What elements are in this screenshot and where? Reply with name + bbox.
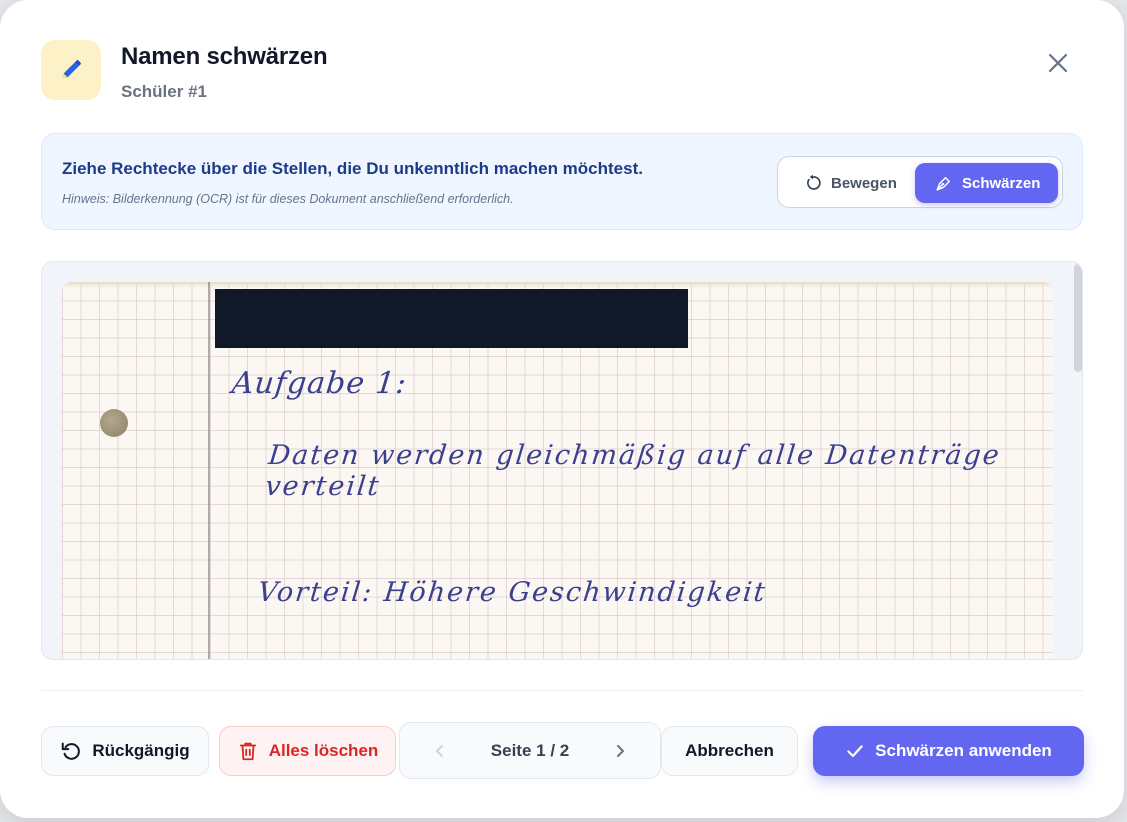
pen-tool-icon	[936, 177, 950, 191]
check-icon	[847, 745, 863, 758]
mode-redact-button[interactable]: Schwärzen	[915, 163, 1058, 203]
mode-move-label: Bewegen	[831, 174, 897, 192]
document-viewer[interactable]: Aufgabe 1: Daten werden gleichmäßig auf …	[41, 261, 1083, 660]
handwriting-line-3: Vorteil: Höhere Geschwindigkeit	[256, 577, 769, 608]
clear-all-button[interactable]: Alles löschen	[219, 726, 396, 776]
pencil-icon	[41, 40, 101, 100]
trash-icon	[239, 742, 256, 761]
next-page-button[interactable]	[606, 737, 634, 765]
handwriting-line-2: Daten werden gleichmäßig auf alle Datent…	[263, 440, 1003, 502]
page-edge	[62, 282, 1053, 288]
document-page[interactable]: Aufgabe 1: Daten werden gleichmäßig auf …	[62, 282, 1053, 659]
apply-redaction-label: Schwärzen anwenden	[875, 741, 1052, 760]
dialog-title: Namen schwärzen	[121, 43, 328, 70]
cancel-label: Abbrechen	[685, 741, 774, 760]
viewer-scrollbar[interactable]	[1074, 264, 1082, 372]
instruction-text: Ziehe Rechtecke über die Stellen, die Du…	[62, 159, 643, 178]
margin-line	[208, 282, 210, 659]
ocr-hint: Hinweis: Bilderkennung (OCR) ist für die…	[62, 192, 514, 206]
undo-button[interactable]: Rückgängig	[41, 726, 209, 776]
mode-redact-label: Schwärzen	[962, 174, 1041, 192]
page-navigator: Seite 1 / 2	[399, 722, 661, 779]
close-icon	[1048, 53, 1068, 73]
handwriting-line-1: Aufgabe 1:	[230, 366, 409, 401]
undo-label: Rückgängig	[92, 741, 190, 760]
apply-redaction-button[interactable]: Schwärzen anwenden	[813, 726, 1084, 776]
mode-move-button[interactable]: Bewegen	[798, 163, 916, 203]
cancel-button[interactable]: Abbrechen	[661, 726, 798, 776]
redact-dialog: Namen schwärzen Schüler #1 Ziehe Rechtec…	[0, 0, 1124, 818]
redaction-rectangle[interactable]	[215, 289, 688, 348]
footer-divider	[41, 690, 1083, 691]
instruction-panel: Ziehe Rechtecke über die Stellen, die Du…	[41, 133, 1083, 230]
close-button[interactable]	[1040, 45, 1076, 81]
mode-toggle: Bewegen Schwärzen	[777, 156, 1063, 208]
dialog-subtitle: Schüler #1	[121, 82, 207, 101]
undo-icon	[62, 742, 81, 760]
clear-all-label: Alles löschen	[268, 741, 379, 760]
chevron-right-icon	[617, 745, 624, 757]
rotate-icon	[807, 174, 821, 190]
punch-hole	[100, 409, 128, 437]
